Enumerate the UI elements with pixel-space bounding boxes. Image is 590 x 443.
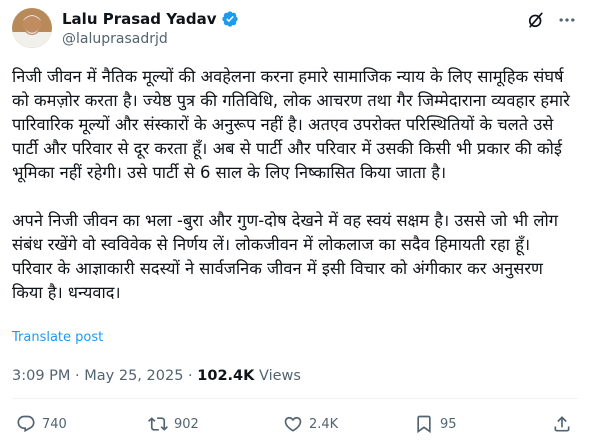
views-count[interactable]: 102.4K	[197, 368, 254, 384]
action-bar: 740 902 2.4K 95	[0, 413, 590, 437]
bookmark-count: 95	[440, 416, 457, 432]
meta-separator: ·	[75, 368, 80, 384]
bookmark-button[interactable]: 95	[414, 413, 457, 435]
repost-count: 902	[174, 416, 199, 432]
meta-separator: ·	[188, 368, 193, 384]
tweet-paragraph: निजी जीवन में नैतिक मूल्यों की अवहेलना क…	[12, 67, 570, 182]
grok-button[interactable]	[526, 10, 546, 30]
views-label[interactable]: Views	[259, 368, 301, 384]
more-button[interactable]	[557, 10, 577, 30]
verified-badge-icon[interactable]	[221, 10, 239, 28]
like-button[interactable]: 2.4K	[283, 413, 338, 435]
translate-post-link[interactable]: Translate post	[12, 330, 103, 345]
author-name[interactable]: Lalu Prasad Yadav	[62, 9, 239, 29]
tweet-paragraph: अपने निजी जीवन का भला -बुरा और गुण-दोष द…	[12, 211, 558, 302]
repost-icon	[148, 417, 168, 431]
tweet-meta: 3:09 PM · May 25, 2025 · 102.4K Views	[12, 366, 301, 386]
author-handle[interactable]: @laluprasadrjd	[62, 30, 168, 48]
heart-icon	[284, 416, 302, 432]
tweet-time[interactable]: 3:09 PM	[12, 368, 70, 384]
avatar-image	[12, 8, 52, 48]
share-icon	[554, 416, 570, 432]
like-count: 2.4K	[309, 416, 339, 432]
repost-button[interactable]: 902	[148, 413, 199, 435]
reply-button[interactable]: 740	[16, 413, 67, 435]
divider	[12, 398, 578, 399]
tweet-text: निजी जीवन में नैतिक मूल्यों की अवहेलना क…	[12, 65, 572, 305]
avatar[interactable]	[12, 8, 52, 48]
tweet-date[interactable]: May 25, 2025	[84, 368, 183, 384]
bookmark-icon	[417, 415, 431, 434]
reply-icon	[17, 415, 35, 433]
author-name-text[interactable]: Lalu Prasad Yadav	[62, 9, 217, 29]
reply-count: 740	[42, 416, 67, 432]
share-button[interactable]	[552, 413, 572, 435]
grok-icon	[528, 12, 543, 28]
more-icon	[559, 18, 575, 22]
